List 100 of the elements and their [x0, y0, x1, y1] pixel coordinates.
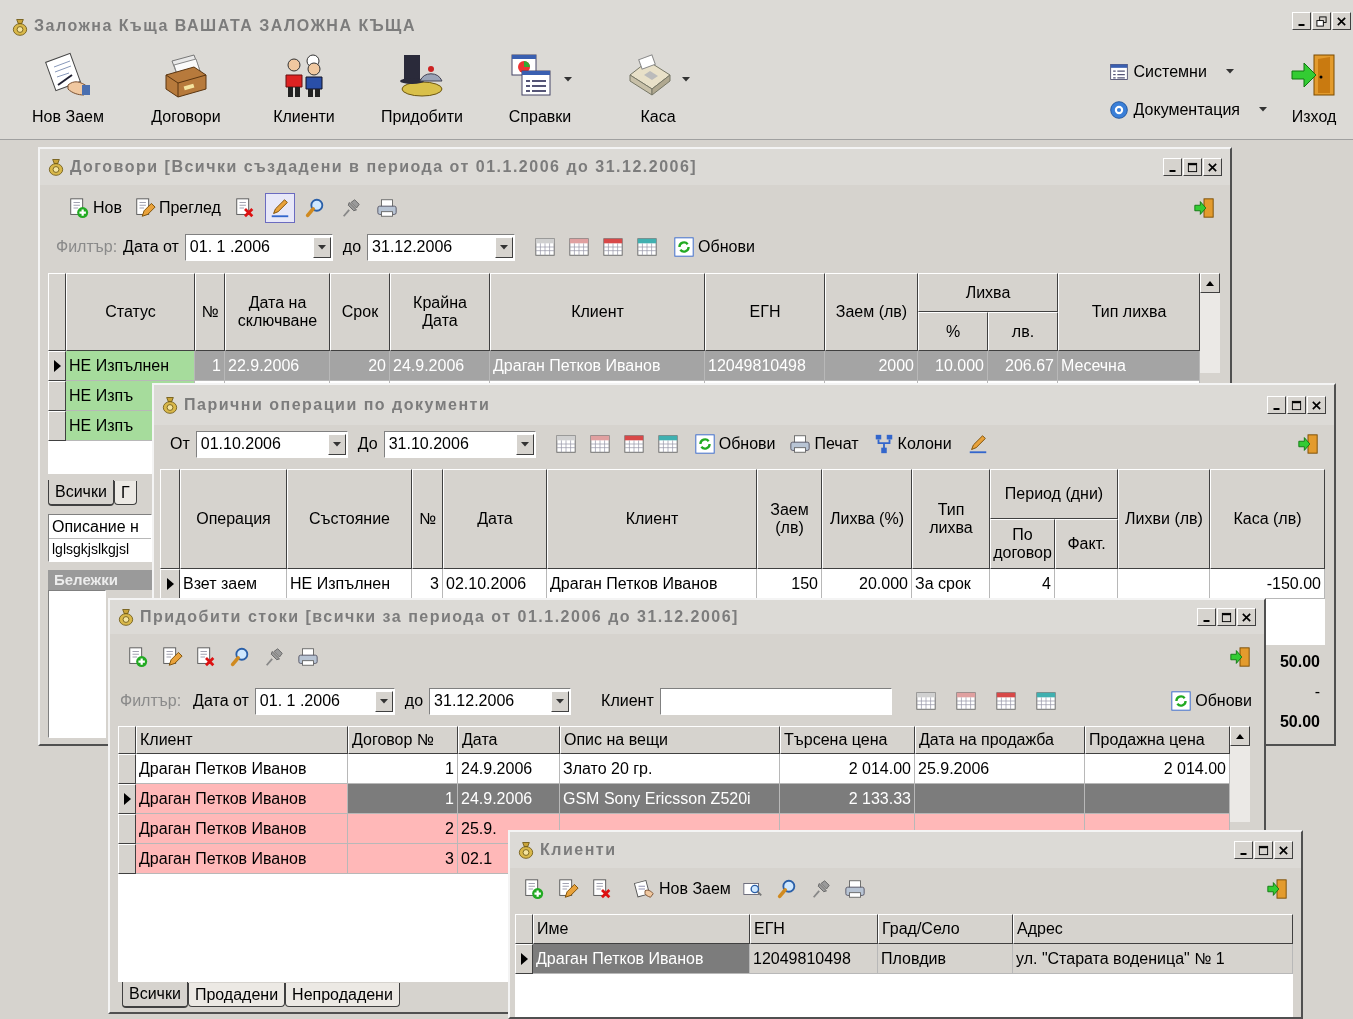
column-header[interactable]: Крайна Дата: [390, 273, 490, 351]
client-field[interactable]: [659, 687, 892, 715]
close-button[interactable]: [1203, 158, 1222, 176]
column-header[interactable]: Заем (лв): [825, 273, 918, 351]
column-header[interactable]: №: [412, 469, 443, 569]
maximize-button[interactable]: [1183, 158, 1202, 176]
column-header[interactable]: Търсена цена: [780, 726, 915, 754]
table-cell: 24.9.2006: [458, 754, 560, 784]
close-button[interactable]: [1332, 12, 1351, 30]
column-header[interactable]: Клиент: [547, 469, 757, 569]
tab[interactable]: Продадени: [187, 983, 286, 1007]
row-header[interactable]: [118, 814, 136, 844]
column-header[interactable]: Лихви (лв): [1118, 469, 1210, 569]
new-button[interactable]: Нов: [64, 193, 126, 223]
toolbar-button[interactable]: Справки: [481, 42, 599, 139]
dropdown-button[interactable]: [312, 236, 331, 258]
dropdown-button[interactable]: [327, 433, 346, 455]
toolbar-button[interactable]: Придобити: [363, 42, 481, 139]
column-header[interactable]: Операция: [180, 469, 287, 569]
minimize-button[interactable]: [1267, 396, 1286, 414]
toolbar-button[interactable]: Нов Заем: [9, 42, 127, 139]
new-loan-button[interactable]: Нов Заем: [630, 874, 735, 904]
exit-button[interactable]: Изход: [1283, 42, 1345, 139]
row-header[interactable]: [160, 569, 180, 599]
tab[interactable]: Всички: [122, 982, 188, 1008]
row-header[interactable]: [118, 754, 136, 784]
tab[interactable]: Всички: [48, 480, 114, 506]
row-header[interactable]: [515, 944, 533, 974]
edit-mode-button[interactable]: [264, 193, 295, 223]
window-list-icon: [1108, 61, 1129, 82]
column-header[interactable]: Град/Село: [878, 914, 1013, 944]
column-header[interactable]: Срок: [330, 273, 390, 351]
column-header[interactable]: Дата на продажба: [915, 726, 1085, 754]
column-header[interactable]: Дата: [458, 726, 560, 754]
refresh-button[interactable]: Обнови: [689, 429, 780, 459]
column-header[interactable]: ЕГН: [705, 273, 825, 351]
row-header[interactable]: [118, 784, 136, 814]
date-field[interactable]: 31.12.2006: [367, 233, 516, 261]
minimize-button[interactable]: [1292, 12, 1311, 30]
row-header[interactable]: [48, 411, 66, 441]
column-header[interactable]: Тип лихва: [912, 469, 990, 569]
refresh-button[interactable]: Обнови: [1166, 686, 1256, 716]
column-header[interactable]: %: [918, 312, 988, 351]
row-header[interactable]: [48, 351, 66, 381]
column-header[interactable]: Лихва (%): [822, 469, 912, 569]
maximize-button[interactable]: [1287, 396, 1306, 414]
date-field[interactable]: 31.12.2006: [429, 687, 572, 715]
column-header[interactable]: лв.: [988, 312, 1058, 351]
column-header[interactable]: Състояние: [287, 469, 412, 569]
date-field[interactable]: 01.10.2006: [195, 430, 348, 458]
dropdown-button[interactable]: [551, 690, 570, 712]
column-header[interactable]: Клиент: [490, 273, 705, 351]
date-field[interactable]: 01. 1 .2006: [184, 233, 333, 261]
column-header[interactable]: Адрес: [1013, 914, 1293, 944]
toolbar-button[interactable]: Клиенти: [245, 42, 363, 139]
notes-field[interactable]: [48, 590, 106, 738]
maximize-button[interactable]: [1254, 841, 1273, 859]
column-header[interactable]: Тип лихва: [1058, 273, 1200, 351]
scroll-up-arrow-icon[interactable]: [1206, 280, 1214, 286]
column-header[interactable]: Факт.: [1055, 519, 1118, 569]
column-header[interactable]: Статус: [66, 273, 195, 351]
dropdown-button[interactable]: [495, 236, 514, 258]
column-header[interactable]: Дата: [443, 469, 547, 569]
row-header[interactable]: [48, 381, 66, 411]
column-header[interactable]: Каса (лв): [1210, 469, 1325, 569]
column-header[interactable]: ЕГН: [750, 914, 878, 944]
minimize-button[interactable]: [1163, 158, 1182, 176]
minimize-button[interactable]: [1197, 608, 1216, 626]
menu-button[interactable]: Документация: [1108, 97, 1267, 122]
columns-button[interactable]: Колони: [868, 429, 956, 459]
scroll-up-arrow-icon[interactable]: [1236, 733, 1244, 739]
column-header[interactable]: Опис на вещи: [560, 726, 780, 754]
close-button[interactable]: [1307, 396, 1326, 414]
date-field[interactable]: 31.10.2006: [383, 430, 536, 458]
date-field[interactable]: 01. 1 .2006: [254, 687, 395, 715]
close-button[interactable]: [1237, 608, 1256, 626]
minimize-button[interactable]: [1234, 841, 1253, 859]
column-header[interactable]: Дата на сключване: [225, 273, 330, 351]
description-field[interactable]: lglsgkjslkgjsl: [49, 539, 151, 561]
dropdown-button[interactable]: [374, 690, 393, 712]
column-header[interactable]: Договор №: [348, 726, 458, 754]
toolbar-button[interactable]: Договори: [127, 42, 245, 139]
tab[interactable]: Непродадени: [285, 983, 400, 1007]
maximize-button[interactable]: [1217, 608, 1236, 626]
column-header[interactable]: Заем (лв): [757, 469, 822, 569]
restore-button[interactable]: [1312, 12, 1331, 30]
column-header[interactable]: Име: [533, 914, 750, 944]
refresh-button[interactable]: Обнови: [669, 232, 759, 262]
column-header[interactable]: По договор: [990, 519, 1055, 569]
menu-button[interactable]: Системни: [1108, 59, 1267, 84]
view-button[interactable]: Преглед: [129, 193, 225, 223]
print-button[interactable]: Печат: [785, 429, 863, 459]
column-header[interactable]: Клиент: [136, 726, 348, 754]
column-header[interactable]: №: [195, 273, 225, 351]
tab[interactable]: Г: [113, 481, 137, 505]
column-header[interactable]: Продажна цена: [1085, 726, 1230, 754]
toolbar-button[interactable]: Каса: [599, 42, 717, 139]
row-header[interactable]: [118, 844, 136, 874]
dropdown-button[interactable]: [515, 433, 534, 455]
close-button[interactable]: [1274, 841, 1293, 859]
